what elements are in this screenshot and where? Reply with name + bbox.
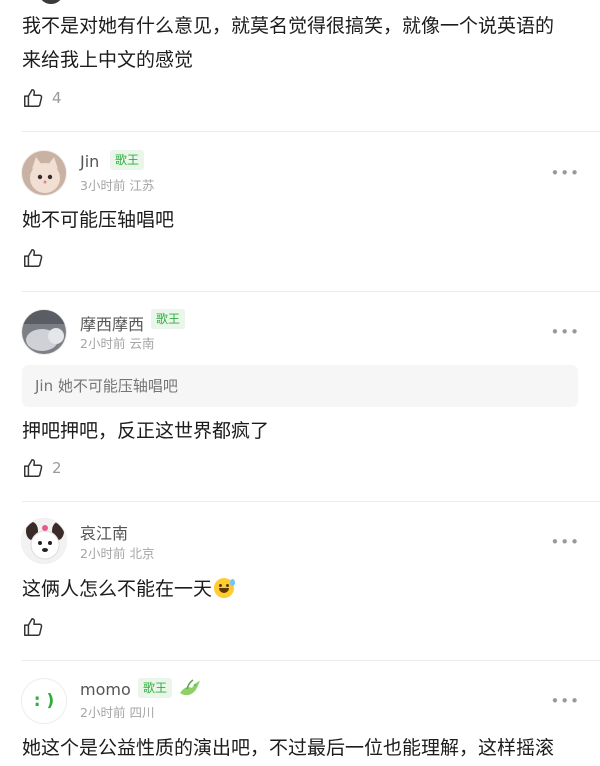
username[interactable]: momo (80, 680, 131, 699)
comment-text-line: 来给我上中文的感觉 (22, 49, 194, 71)
like-count: 4 (52, 89, 62, 107)
like-count: 2 (52, 459, 62, 477)
like-button[interactable]: 4 (22, 86, 62, 110)
location: 云南 (129, 336, 155, 351)
avatar[interactable]: : ) (21, 678, 67, 724)
cat-avatar-icon (22, 151, 66, 195)
avatar-fragment (40, 0, 62, 4)
username[interactable]: 摩西摩西 (80, 311, 144, 335)
avatar-text: : ) (33, 691, 55, 711)
thumbs-up-icon (24, 89, 43, 107)
comment-text: 她这个是公益性质的演出吧，不过最后一位也能理解，这样摇滚 (22, 737, 555, 759)
comment-meta: 2小时前 北京 (80, 543, 154, 562)
more-dots-icon[interactable]: ••• (550, 692, 580, 710)
level-badge: 歌王 (151, 309, 186, 329)
username[interactable]: Jin (80, 152, 99, 171)
more-dots-icon[interactable]: ••• (550, 164, 580, 182)
username[interactable]: 哀江南 (80, 520, 128, 544)
thumbs-up-icon (24, 459, 43, 477)
location: 四川 (129, 705, 155, 720)
divider (22, 291, 600, 292)
timestamp: 2小时前 (80, 705, 126, 720)
avatar[interactable] (21, 150, 67, 196)
comment-meta: 2小时前 云南 (80, 333, 154, 352)
like-button[interactable]: 2 (22, 456, 62, 480)
divider (22, 501, 600, 502)
avatar[interactable] (21, 518, 67, 564)
more-dots-icon[interactable]: ••• (550, 323, 580, 341)
location: 江苏 (129, 178, 155, 193)
grinning-sweat-emoji (214, 578, 236, 598)
comment-meta: 3小时前 江苏 (80, 175, 154, 194)
plush-dog-avatar-icon (22, 519, 66, 563)
comment-text: 她不可能压轴唱吧 (22, 209, 175, 231)
more-dots-icon[interactable]: ••• (550, 533, 580, 551)
cat-photo-avatar-icon (22, 310, 66, 354)
bird-icon (180, 679, 200, 696)
comment-text: 这俩人怎么不能在一天 (22, 572, 236, 606)
divider (22, 131, 600, 132)
thumbs-up-icon (24, 618, 43, 636)
timestamp: 2小时前 (80, 336, 126, 351)
comment-text-line: 我不是对她有什么意见，就莫名觉得很搞笑，就像一个说英语的 (22, 15, 555, 37)
thumbs-up-icon (24, 249, 43, 267)
comment-text: 押吧押吧，反正这世界都疯了 (22, 420, 270, 442)
comment-text-content: 这俩人怎么不能在一天 (22, 578, 213, 600)
like-button[interactable] (22, 246, 44, 270)
quoted-reply[interactable]: Jin 她不可能压轴唱吧 (22, 365, 578, 407)
location: 北京 (129, 546, 155, 561)
level-badge: 歌王 (110, 150, 145, 170)
comment-meta: 2小时前 四川 (80, 702, 154, 721)
like-button[interactable] (22, 615, 44, 639)
level-badge: 歌王 (138, 678, 173, 698)
divider (22, 660, 600, 661)
timestamp: 3小时前 (80, 178, 126, 193)
avatar[interactable] (21, 309, 67, 355)
timestamp: 2小时前 (80, 546, 126, 561)
